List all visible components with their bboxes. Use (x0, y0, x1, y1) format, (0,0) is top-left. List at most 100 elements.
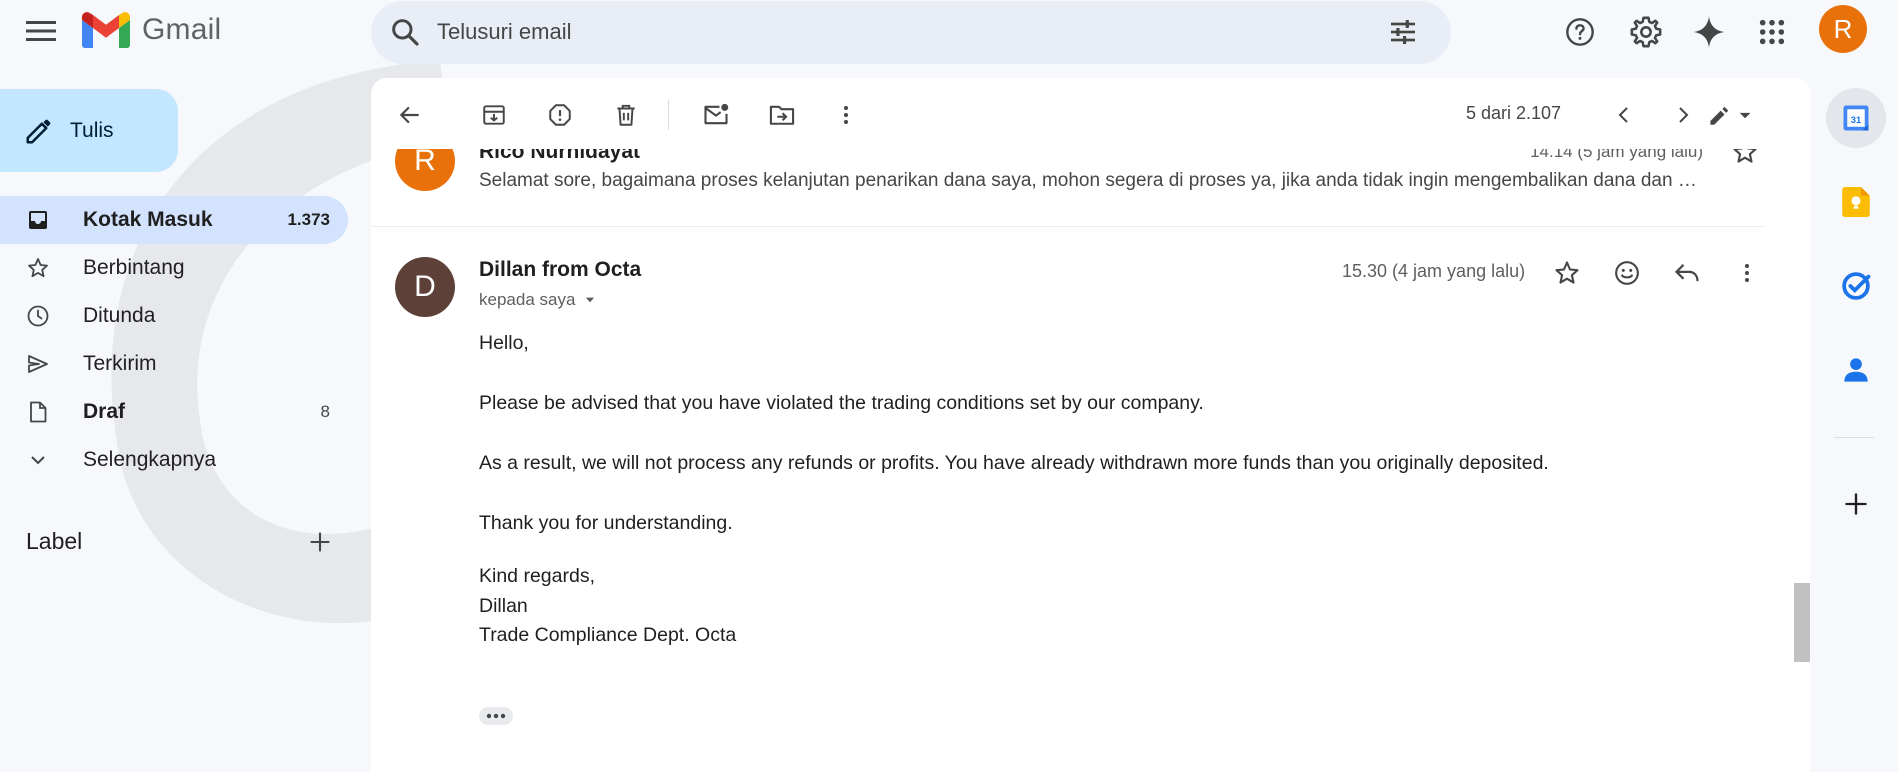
pagination-text: 5 dari 2.107 (1466, 103, 1562, 123)
pencil-dropdown-icon (1710, 106, 1751, 125)
signature-name: Dillan (479, 595, 528, 617)
more-horiz-icon (486, 713, 506, 719)
newer-button[interactable] (1604, 95, 1644, 135)
pencil-icon (26, 119, 51, 143)
sidebar-item-label: Terkirim (83, 352, 157, 375)
sidebar-item-more[interactable]: Selengkapnya (0, 436, 348, 484)
archive-button[interactable] (474, 95, 514, 135)
trash-icon (617, 104, 635, 126)
compose-label: Tulis (70, 118, 114, 142)
apps-button[interactable] (1750, 10, 1794, 54)
calendar-day-number: 31 (1851, 115, 1861, 125)
calendar-icon: 31 (1843, 105, 1869, 131)
help-icon (1566, 18, 1594, 46)
signature-department: Trade Compliance Dept. Octa (479, 624, 737, 646)
message-divider (371, 226, 1766, 227)
more-options-button[interactable] (826, 95, 866, 135)
clock-icon (27, 305, 49, 327)
apps-grid-icon (1759, 19, 1785, 45)
avatar-initial: D (414, 270, 436, 303)
show-trimmed-content-button[interactable] (479, 707, 513, 725)
gear-icon (1630, 16, 1662, 48)
gmail-logo[interactable]: Gmail (82, 12, 221, 48)
help-button[interactable] (1558, 10, 1602, 54)
message-closing: Kind regards, (479, 565, 595, 587)
sidebar-nav: Kotak Masuk 1.373 Berbintang Ditunda Ter… (0, 196, 348, 484)
sidebar-item-sent[interactable]: Terkirim (0, 340, 348, 388)
message-more-button[interactable] (1727, 253, 1767, 293)
sidebar-item-snoozed[interactable]: Ditunda (0, 292, 348, 340)
inbox-icon (29, 211, 47, 229)
star-icon (28, 258, 48, 278)
sidebar-item-label: Kotak Masuk (83, 208, 213, 231)
report-spam-button[interactable] (540, 95, 580, 135)
sidebar-item-label: Selengkapnya (83, 448, 217, 471)
more-vert-icon (1745, 264, 1749, 282)
avatar-initial: R (414, 144, 436, 177)
draft-icon (30, 401, 47, 423)
message-toolbar: 5 dari 2.107 (371, 78, 1810, 149)
scrollbar-thumb[interactable] (1794, 583, 1810, 662)
message-paragraph: Please be advised that you have violated… (479, 392, 1204, 414)
sidebar-item-label: Draf (83, 400, 126, 423)
mark-unread-icon (704, 103, 729, 125)
chevron-down-icon (31, 456, 45, 465)
sparkle-icon (1693, 16, 1725, 48)
message-greeting: Hello, (479, 332, 529, 354)
sidebar-item-starred[interactable]: Berbintang (0, 244, 348, 292)
tasks-icon (1842, 272, 1871, 300)
search-input[interactable] (437, 12, 1337, 52)
add-label-icon[interactable] (306, 528, 334, 556)
keep-icon (1842, 187, 1870, 217)
message-paragraph: As a result, we will not process any ref… (479, 452, 1549, 474)
sidebar-item-inbox[interactable]: Kotak Masuk 1.373 (0, 196, 348, 244)
mark-unread-button[interactable] (696, 95, 736, 135)
gmail-m-icon (82, 12, 130, 48)
contacts-app-button[interactable] (1826, 340, 1886, 400)
sidebar-item-label: Ditunda (83, 304, 156, 327)
star-button[interactable] (1547, 253, 1587, 293)
sender-name[interactable]: Dillan from Octa (479, 258, 641, 282)
move-to-button[interactable] (762, 95, 802, 135)
account-avatar[interactable]: R (1819, 5, 1867, 53)
chevron-right-icon (1679, 107, 1689, 123)
more-vert-icon (844, 106, 848, 124)
compose-button[interactable]: Tulis (0, 89, 178, 172)
tasks-app-button[interactable] (1826, 256, 1886, 316)
search-icon[interactable] (389, 16, 421, 48)
unread-count: 1.373 (287, 210, 330, 229)
keep-app-button[interactable] (1826, 172, 1886, 232)
contacts-icon (1844, 358, 1868, 382)
main-menu-button[interactable] (20, 10, 62, 52)
top-bar: Gmail Telusuri email R (0, 0, 1898, 64)
app-title: Gmail (142, 13, 222, 46)
older-button[interactable] (1663, 95, 1703, 135)
side-panel-divider (1834, 437, 1874, 438)
sidebar-item-label: Berbintang (83, 256, 185, 279)
report-icon (549, 104, 571, 126)
input-tools-button[interactable] (1701, 95, 1761, 135)
search-options-icon[interactable] (1387, 16, 1419, 48)
hamburger-menu-icon (26, 21, 56, 41)
message-view: 5 dari 2.107 R Rico Nurhidayat 14.14 (5 … (371, 78, 1810, 772)
search-bar[interactable] (371, 1, 1451, 64)
recipient-details[interactable]: kepada saya (479, 290, 597, 310)
caret-down-icon (586, 297, 595, 303)
draft-count: 8 (320, 402, 330, 421)
star-icon (1555, 261, 1579, 284)
emoji-icon (1615, 261, 1639, 285)
message-paragraph: Thank you for understanding. (479, 512, 733, 534)
previous-message-snippet[interactable]: Selamat sore, bagaimana proses kelanjuta… (479, 170, 1704, 192)
chevron-left-icon (1618, 107, 1628, 123)
add-reaction-button[interactable] (1607, 253, 1647, 293)
move-folder-icon (769, 105, 795, 125)
delete-button[interactable] (606, 95, 646, 135)
calendar-app-button[interactable]: 31 (1826, 88, 1886, 148)
reply-button[interactable] (1667, 253, 1707, 293)
get-addons-button[interactable] (1826, 474, 1886, 534)
back-button[interactable] (390, 95, 430, 135)
settings-button[interactable] (1624, 10, 1668, 54)
add-icon (1845, 493, 1867, 515)
gemini-button[interactable] (1687, 10, 1731, 54)
sidebar-item-drafts[interactable]: Draf 8 (0, 388, 348, 436)
